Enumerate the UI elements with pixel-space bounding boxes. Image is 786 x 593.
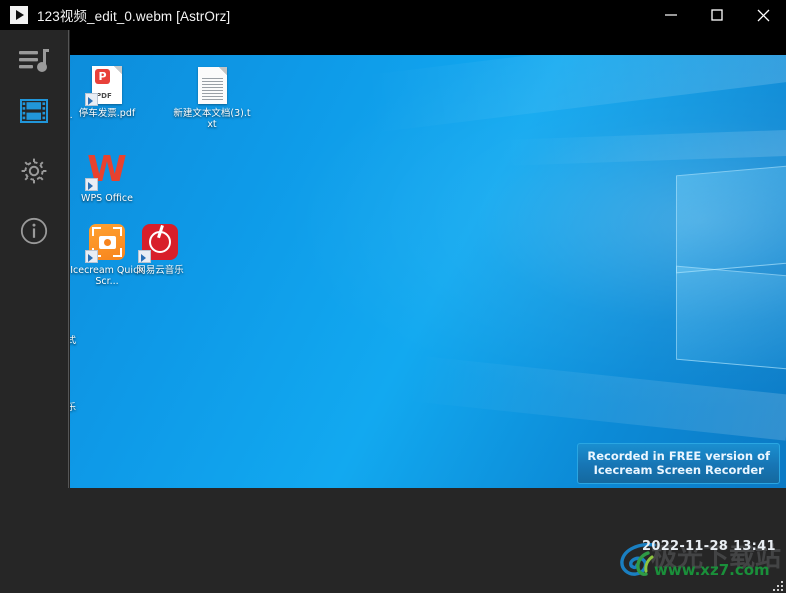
sidebar-item-playlist[interactable]	[0, 36, 68, 86]
desktop-icon-label: 新建文本文档(3).txt	[173, 108, 251, 130]
desktop-icon-label: 停车发票.pdf	[78, 108, 136, 119]
desktop-icon-label: WPS Office	[81, 193, 133, 204]
netease-cloud-music-icon	[138, 222, 180, 263]
video-player-window: 123视频_edit_0.webm [AstrOrz] P PDF 停车发票.p…	[0, 0, 786, 593]
video-viewport[interactable]: P PDF 停车发票.pdf 新建文本文档(3).txt W WPS Offic…	[70, 30, 786, 488]
wallpaper-light-ray	[407, 355, 786, 441]
recording-timestamp: 2022-11-28 13:41	[642, 539, 776, 554]
wallpaper-light-ray	[366, 55, 786, 133]
wallpaper-light-ray	[499, 129, 786, 166]
wallpaper-window-pane	[676, 164, 786, 274]
film-strip-icon	[20, 99, 48, 123]
window-title: 123视频_edit_0.webm [AstrOrz]	[37, 9, 231, 24]
watermark-line-1: Recorded in FREE version of	[587, 449, 770, 463]
title-bar[interactable]: 123视频_edit_0.webm [AstrOrz]	[0, 0, 786, 30]
close-button[interactable]	[740, 0, 786, 30]
desktop-icon-text-file[interactable]: 新建文本文档(3).txt	[173, 65, 251, 130]
sidebar-item-settings[interactable]	[0, 146, 68, 196]
watermark-line-2: Icecream Screen Recorder	[593, 463, 764, 477]
play-triangle-icon	[10, 6, 28, 24]
shortcut-arrow-icon	[85, 250, 98, 263]
desktop-icon-pdf[interactable]: P PDF 停车发票.pdf	[70, 65, 146, 119]
desktop-icon-netease-music[interactable]: 网易云音乐	[121, 222, 199, 276]
site-overlay-watermark: 极光下载站 2022-11-28 13:41 www.xz7.com	[618, 537, 782, 585]
minimize-button[interactable]	[648, 0, 694, 30]
player-control-bar: 00:00:55 00:01:00 webm 格式	[0, 488, 786, 593]
shortcut-arrow-icon	[85, 178, 98, 191]
pdf-badge-text: PDF	[96, 92, 112, 100]
free-version-watermark: Recorded in FREE version of Icecream Scr…	[577, 443, 780, 484]
wallpaper-window-pane	[676, 265, 786, 371]
resize-grip[interactable]	[769, 577, 783, 591]
maximize-button[interactable]	[694, 0, 740, 30]
desktop-icon-wps-office[interactable]: W WPS Office	[70, 150, 146, 205]
shortcut-arrow-icon	[138, 250, 151, 263]
wps-office-icon: W	[85, 150, 127, 191]
clipped-desktop-label: 式	[70, 336, 77, 346]
window-controls	[648, 0, 786, 30]
text-file-icon	[192, 65, 232, 105]
shortcut-arrow-icon	[85, 93, 98, 106]
playlist-music-icon	[19, 48, 49, 74]
clipped-desktop-label: ...	[70, 111, 73, 121]
desktop-icon-label: 网易云音乐	[136, 265, 184, 276]
site-url-text: www.xz7.com	[654, 561, 770, 579]
pdf-badge-letter: P	[95, 69, 110, 84]
clipped-desktop-label: 乐	[70, 403, 77, 413]
gear-icon	[20, 157, 48, 185]
left-sidebar	[0, 30, 69, 488]
info-circle-icon	[20, 217, 48, 245]
video-frame-desktop-capture: P PDF 停车发票.pdf 新建文本文档(3).txt W WPS Offic…	[70, 55, 786, 488]
sidebar-item-about[interactable]	[0, 206, 68, 256]
pdf-file-icon: P PDF	[85, 65, 127, 106]
sidebar-item-video[interactable]	[0, 86, 68, 136]
